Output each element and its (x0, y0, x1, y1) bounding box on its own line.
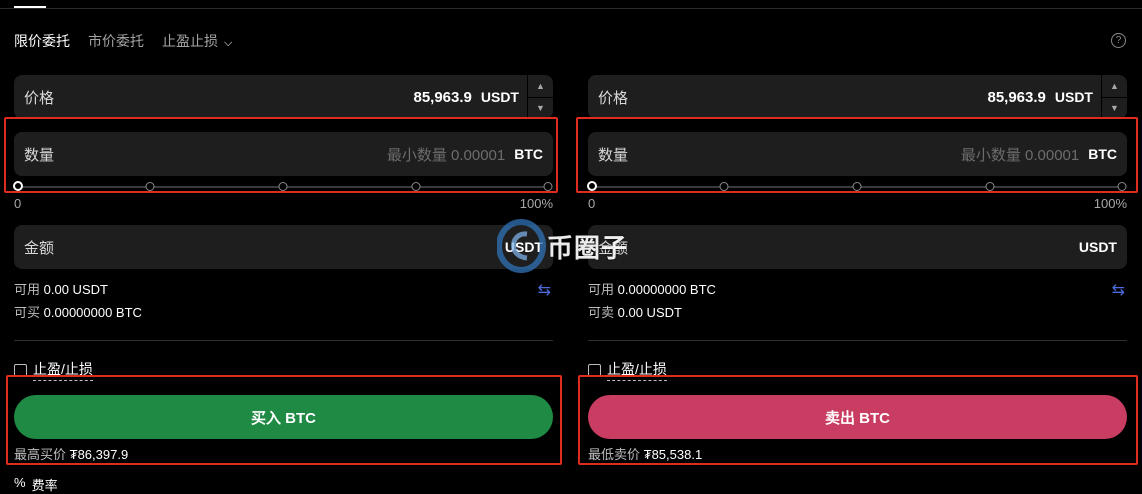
buy-max-value: 0.00000000 BTC (43, 305, 142, 320)
swap-icon[interactable]: ⇆ (538, 280, 551, 300)
trade-panel: 限价委托 市价委托 止盈止损 ⌵ ? 价格 85,963.9 USDT ▲ ▼ 数… (0, 0, 1142, 494)
sell-available-value: 0.00000000 BTC (617, 282, 716, 297)
watermark-text: 币圈子 (547, 233, 629, 263)
tab-tp-sl[interactable]: 止盈止损 ⌵ (162, 31, 232, 51)
buy-max-label: 可买 (14, 305, 41, 320)
chevron-up-icon[interactable]: ▲ (528, 75, 553, 97)
sell-price-value: 85,963.9 (987, 88, 1046, 106)
buy-price-unit: USDT (480, 89, 519, 105)
sell-price-input[interactable]: 价格 85,963.9 USDT ▲ ▼ (588, 75, 1127, 119)
buy-price-stepper: ▲ ▼ (527, 75, 553, 119)
tab-market-order[interactable]: 市价委托 (88, 31, 144, 51)
sell-price-label: 价格 (598, 89, 629, 107)
slider-max-label: 100% (519, 196, 553, 211)
slider-labels: 0 100% (14, 195, 553, 211)
buy-available: 可用 0.00 USDT (14, 278, 553, 301)
tab-limit-order[interactable]: 限价委托 (14, 31, 70, 51)
tab-tp-sl-label: 止盈止损 (162, 33, 218, 49)
sell-max-label: 可卖 (588, 305, 615, 320)
divider (14, 340, 553, 341)
top-divider (0, 8, 1142, 9)
buy-amount-input[interactable]: 金额 USDT (14, 225, 553, 269)
slider-min-label: 0 (14, 196, 22, 211)
buy-price-value: 85,963.9 (413, 88, 472, 106)
highlight-box-sell-button (578, 375, 1138, 465)
order-type-tabs: 限价委托 市价委托 止盈止损 ⌵ (14, 31, 232, 51)
slider-max-label: 100% (1093, 196, 1127, 211)
fee-rate[interactable]: % 费率 (14, 475, 58, 494)
fee-rate-label: 费率 (31, 478, 58, 493)
sell-price-stepper: ▲ ▼ (1101, 75, 1127, 119)
buy-available-label: 可用 (14, 282, 41, 297)
sell-amount-unit: USDT (1078, 239, 1117, 255)
divider (588, 340, 1127, 341)
buy-price-input[interactable]: 价格 85,963.9 USDT ▲ ▼ (14, 75, 553, 119)
buy-price-label: 价格 (24, 89, 55, 107)
highlight-box-buy-button (6, 375, 562, 465)
buy-amount-label: 金额 (24, 239, 55, 257)
sell-max: 可卖 0.00 USDT (588, 301, 1127, 324)
sell-price-unit: USDT (1054, 89, 1093, 105)
chevron-down-icon: ⌵ (224, 37, 233, 49)
slider-labels: 0 100% (588, 195, 1127, 211)
buy-balances: 可用 0.00 USDT 可买 0.00000000 BTC ⇆ (14, 278, 553, 324)
watermark-logo: 币圈子 (496, 216, 647, 274)
sell-max-value: 0.00 USDT (617, 305, 682, 320)
percent-icon: % (14, 475, 26, 490)
sell-amount-input[interactable]: 金额 USDT (588, 225, 1127, 269)
slider-min-label: 0 (588, 196, 596, 211)
buy-max: 可买 0.00000000 BTC (14, 301, 553, 324)
highlight-box-buy-quantity (4, 117, 558, 193)
buy-available-value: 0.00 USDT (43, 282, 108, 297)
watermark-emblem-icon (496, 219, 546, 273)
help-icon[interactable]: ? (1111, 33, 1126, 48)
top-active-indicator (14, 6, 46, 8)
sell-available-label: 可用 (588, 282, 615, 297)
sell-available: 可用 0.00000000 BTC (588, 278, 1127, 301)
chevron-down-icon[interactable]: ▼ (528, 96, 553, 120)
sell-balances: 可用 0.00000000 BTC 可卖 0.00 USDT ⇆ (588, 278, 1127, 324)
highlight-box-sell-quantity (576, 117, 1138, 193)
chevron-down-icon[interactable]: ▼ (1102, 96, 1127, 120)
chevron-up-icon[interactable]: ▲ (1102, 75, 1127, 97)
swap-icon[interactable]: ⇆ (1112, 280, 1125, 300)
